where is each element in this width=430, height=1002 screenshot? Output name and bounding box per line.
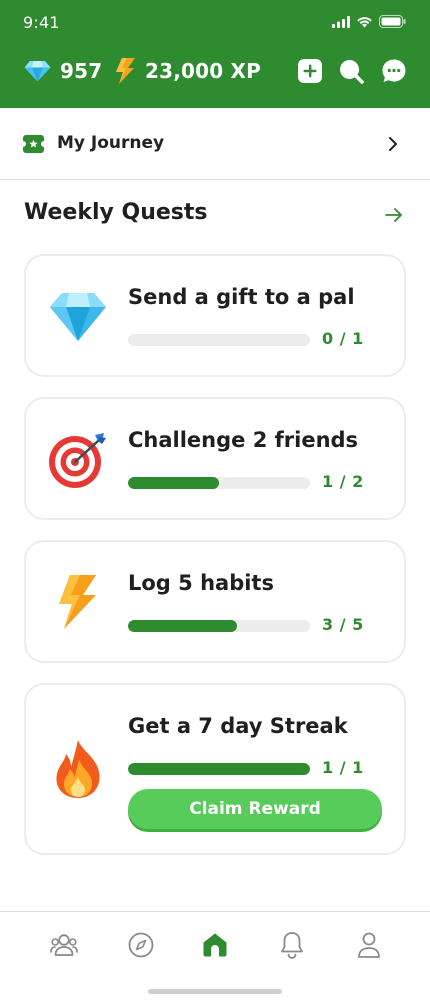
- diamond-icon: [50, 293, 106, 341]
- quest-title: Challenge 2 friends: [128, 428, 359, 452]
- add-button[interactable]: [297, 58, 323, 84]
- chat-button[interactable]: [381, 58, 407, 84]
- home-icon: [203, 933, 227, 957]
- target-icon: [49, 433, 106, 488]
- fire-icon: [56, 740, 100, 798]
- bell-icon: [281, 932, 303, 959]
- quest-progress-text: 0 / 1: [322, 329, 364, 348]
- battery-icon: [379, 15, 406, 28]
- my-journey-row[interactable]: My Journey: [0, 108, 430, 180]
- signal-icon: [332, 15, 350, 28]
- ticket-icon: [23, 135, 44, 153]
- bottom-nav: [0, 911, 430, 1002]
- compass-icon: [128, 932, 154, 958]
- nav-item-home[interactable]: [195, 928, 235, 962]
- nav-item-notifications[interactable]: [272, 928, 312, 962]
- quest-progress-text: 1 / 1: [322, 758, 364, 777]
- nav-item-friends[interactable]: [44, 928, 84, 962]
- gems-count: 957: [60, 59, 103, 83]
- quest-progress-text: 1 / 2: [322, 472, 364, 491]
- status-time: 9:41: [23, 13, 60, 32]
- quest-card-log-habits[interactable]: Log 5 habits 3 / 5: [24, 540, 406, 663]
- people-icon: [50, 934, 78, 956]
- claim-reward-button[interactable]: Claim Reward: [128, 789, 382, 829]
- diamond-icon: [24, 61, 51, 82]
- search-button[interactable]: [338, 58, 364, 84]
- quest-progress-fill: [128, 477, 219, 489]
- status-bar: 9:41: [0, 0, 430, 46]
- chat-icon: [382, 59, 406, 82]
- quest-icon-wrapper: [48, 572, 108, 632]
- quest-card-streak[interactable]: Get a 7 day Streak 1 / 1 Claim Reward: [24, 683, 406, 855]
- quest-card-challenge-friends[interactable]: Challenge 2 friends 1 / 2: [24, 397, 406, 520]
- stats-row: 957 23,000 XP: [0, 50, 430, 92]
- quest-title: Get a 7 day Streak: [128, 714, 348, 738]
- lightning-icon: [59, 575, 96, 629]
- weekly-quests-title: Weekly Quests: [24, 200, 208, 225]
- quest-progress-text: 3 / 5: [322, 615, 364, 634]
- xp-stat[interactable]: 23,000 XP: [114, 50, 261, 92]
- search-icon: [340, 60, 364, 84]
- status-icons: [332, 15, 406, 28]
- wifi-icon: [357, 16, 372, 27]
- chevron-right-icon: [389, 137, 397, 151]
- quest-card-send-gift[interactable]: Send a gift to a pal 0 / 1: [24, 254, 406, 377]
- quest-progress-fill: [128, 763, 310, 775]
- xp-count: 23,000 XP: [145, 59, 262, 83]
- quest-icon-wrapper: [48, 429, 108, 489]
- arrow-right-icon[interactable]: [382, 203, 406, 227]
- gems-stat[interactable]: 957: [24, 50, 102, 92]
- nav-item-profile[interactable]: [349, 928, 389, 962]
- quest-progress-bar: [128, 477, 310, 489]
- quest-icon-wrapper: [48, 287, 108, 347]
- my-journey-label: My Journey: [57, 133, 165, 153]
- app-header: 9:41 957 23,000 XP: [0, 0, 430, 108]
- quest-progress-bar: [128, 620, 310, 632]
- quest-progress-fill: [128, 620, 238, 632]
- add-icon: [298, 59, 322, 83]
- quest-icon-wrapper: [48, 739, 108, 799]
- home-indicator: [148, 989, 282, 994]
- quest-progress-bar: [128, 763, 310, 775]
- quest-progress-bar: [128, 334, 310, 346]
- quest-title: Send a gift to a pal: [128, 285, 355, 309]
- lightning-icon: [116, 58, 135, 84]
- nav-item-explore[interactable]: [121, 928, 161, 962]
- quest-title: Log 5 habits: [128, 571, 274, 595]
- person-icon: [358, 932, 380, 958]
